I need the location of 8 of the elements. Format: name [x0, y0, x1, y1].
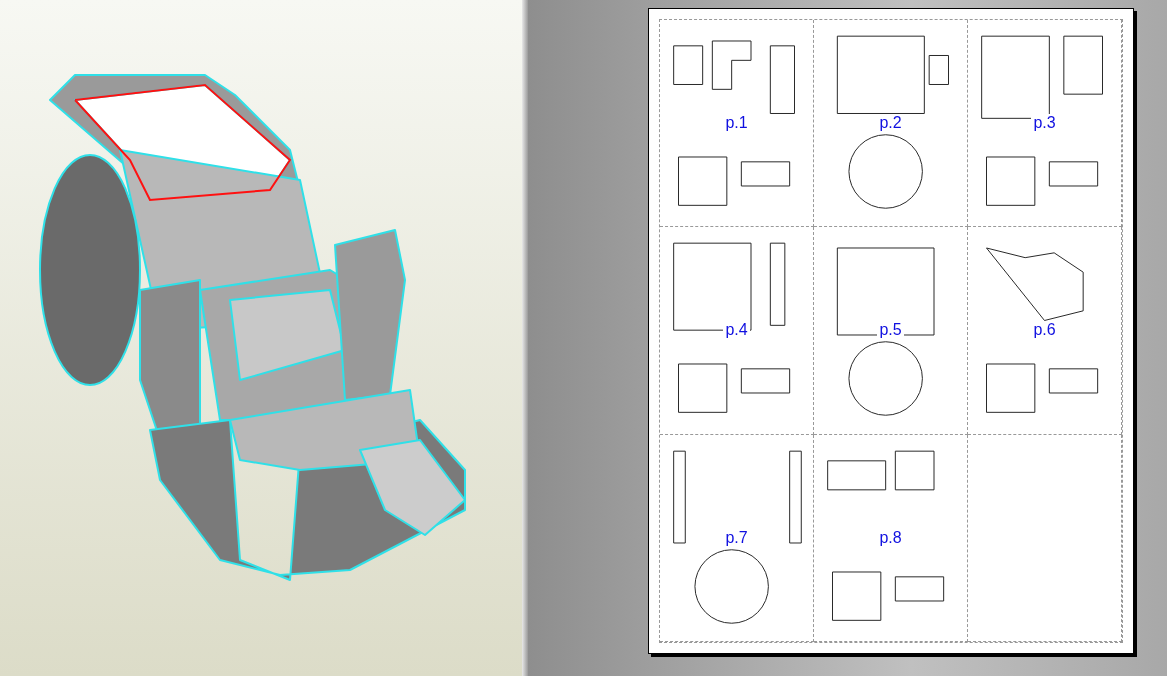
- page-number-label: p.2: [877, 114, 904, 133]
- page-number-label: p.6: [1031, 321, 1058, 340]
- page-number-label: p.1: [723, 114, 750, 133]
- page-number-label: p.7: [723, 528, 750, 547]
- page-number-label: p.5: [877, 321, 904, 340]
- page-number-label: p.4: [723, 321, 750, 340]
- page-number-label: p.8: [877, 528, 904, 547]
- page-number-label: p.3: [1031, 114, 1058, 133]
